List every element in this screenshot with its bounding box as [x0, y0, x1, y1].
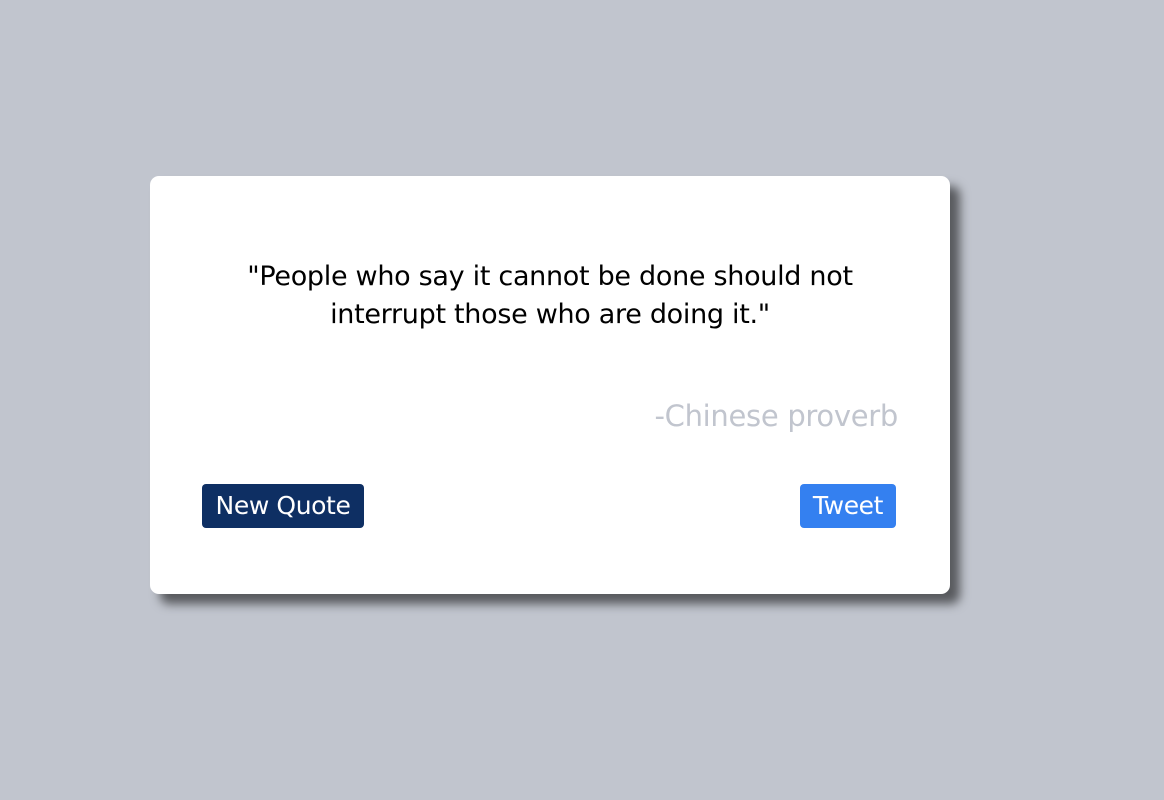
new-quote-button[interactable]: New Quote — [202, 484, 364, 528]
quote-card: "People who say it cannot be done should… — [150, 176, 950, 594]
quote-author: -Chinese proverb — [654, 399, 898, 433]
tweet-button[interactable]: Tweet — [800, 484, 896, 528]
quote-text: "People who say it cannot be done should… — [247, 261, 853, 330]
